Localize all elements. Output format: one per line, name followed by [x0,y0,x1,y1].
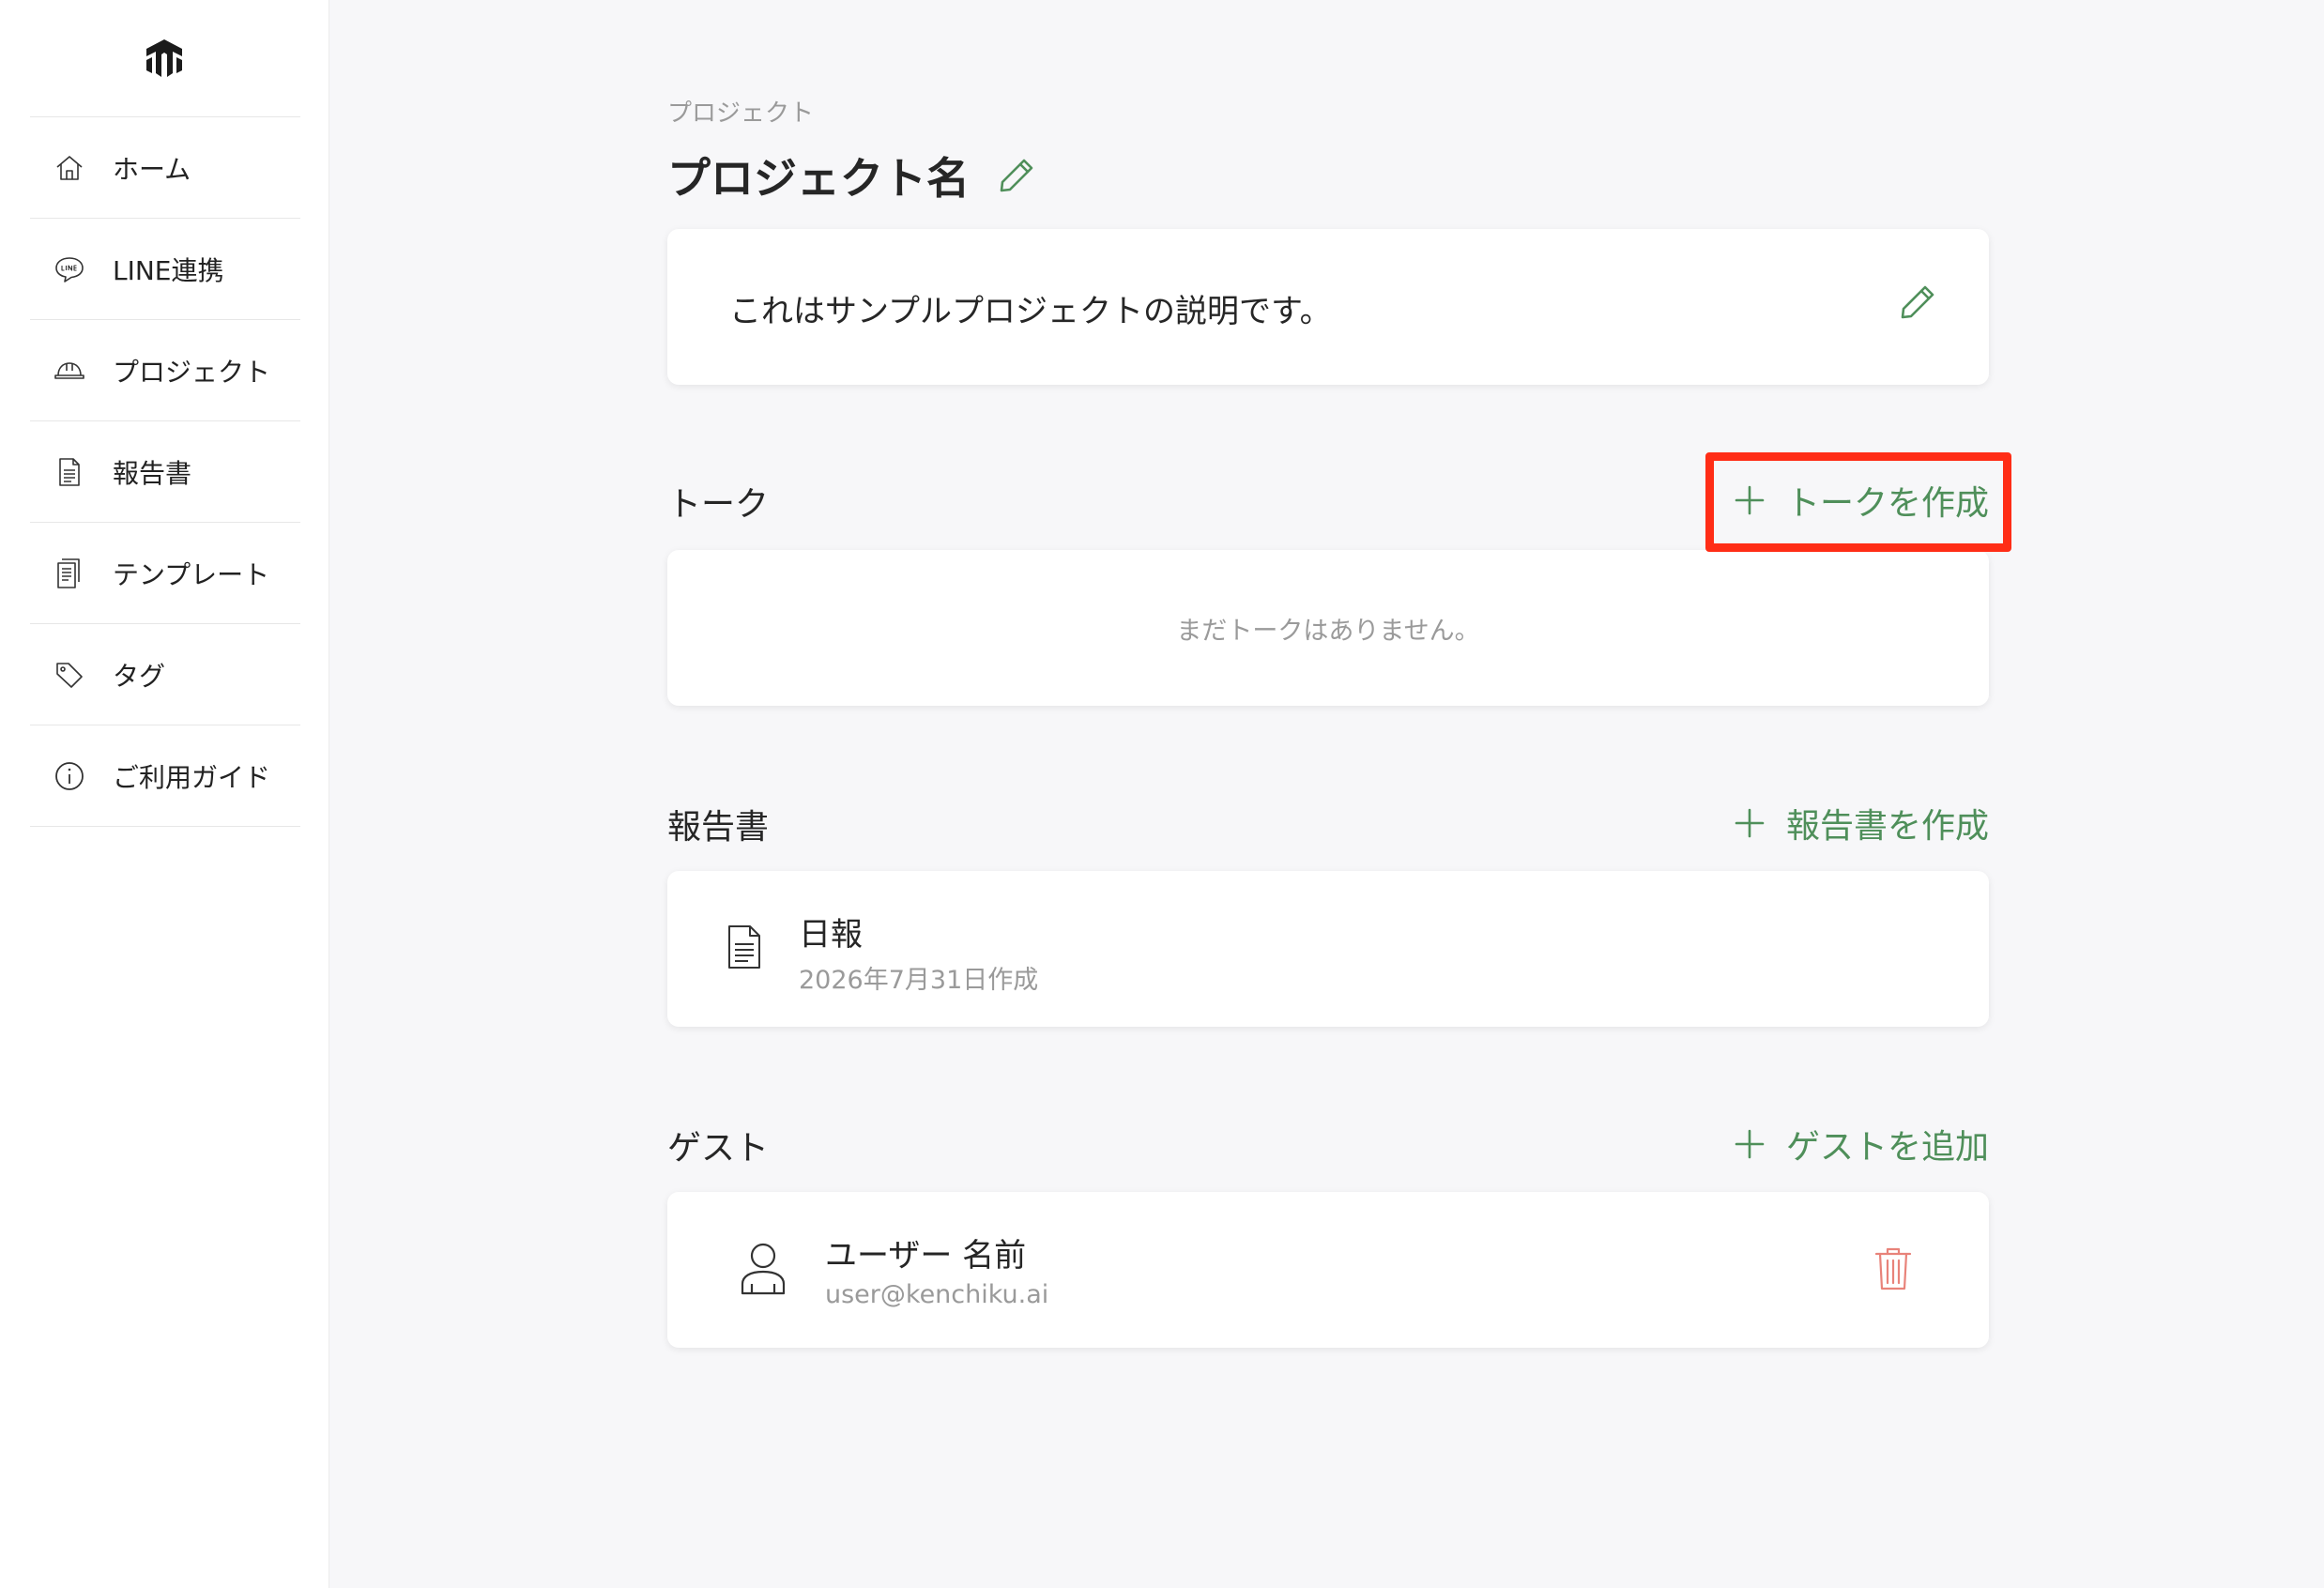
pencil-icon [1901,285,1934,319]
sidebar-item-templates[interactable]: テンプレート [30,523,300,624]
tag-icon [53,658,86,692]
sidebar-item-guide[interactable]: ご利用ガイド [30,725,300,827]
sidebar-item-label: ホーム [113,153,191,185]
trash-icon [1874,1247,1912,1290]
delete-guest-button[interactable] [1871,1244,1916,1295]
kenchiku-logo-icon[interactable] [143,36,186,83]
pencil-icon [1000,159,1033,192]
sidebar-item-label: テンプレート [113,558,270,590]
guest-email: user@kenchiku.ai [825,1280,1049,1309]
sidebar-item-reports[interactable]: 報告書 [30,421,300,523]
sidebar-item-label: LINE連携 [113,254,224,286]
create-report-label: 報告書を作成 [1785,807,1989,846]
report-date: 2026年7月31日作成 [799,966,1039,995]
sidebar-nav: ホーム LINE連携 プロジェクト 報告書 テンプレート タグ ご利用ガイド [30,116,300,827]
report-section-heading: 報告書 [667,808,770,847]
create-report-button[interactable]: 報告書を作成 [1734,799,1989,847]
create-talk-button[interactable]: トークを作成 [1734,476,1989,525]
sidebar-item-home[interactable]: ホーム [30,117,300,219]
hard-hat-icon [53,354,86,388]
page-title: プロジェクト名 [667,153,970,204]
create-talk-label: トークを作成 [1785,484,1989,523]
report-title: 日報 [799,916,863,954]
info-icon [53,759,86,793]
sidebar-item-tags[interactable]: タグ [30,624,300,725]
talk-list: まだトークはありません。 [667,550,1989,706]
home-icon [53,151,86,185]
edit-title-button[interactable] [992,151,1041,200]
add-guest-button[interactable]: ゲストを追加 [1734,1120,1989,1168]
sidebar-item-label: プロジェクト [113,356,271,388]
line-chat-icon [53,252,86,286]
plus-icon [1734,1128,1766,1160]
sidebar-item-label: 報告書 [113,457,192,489]
guest-list-item: ユーザー 名前 user@kenchiku.ai [667,1192,1989,1348]
talk-empty-message: まだトークはありません。 [1176,617,1480,646]
document-icon [53,455,86,489]
edit-description-button[interactable] [1893,278,1942,327]
add-guest-label: ゲストを追加 [1785,1128,1989,1167]
sidebar-item-projects[interactable]: プロジェクト [30,320,300,421]
sidebar-item-label: タグ [113,660,166,692]
user-avatar-icon [737,1241,789,1297]
sidebar: ホーム LINE連携 プロジェクト 報告書 テンプレート タグ ご利用ガイド [0,0,329,1588]
report-list-item[interactable]: 日報 2026年7月31日作成 [667,871,1989,1027]
sidebar-item-line[interactable]: LINE連携 [30,219,300,320]
talk-section-heading: トーク [667,485,770,524]
plus-icon [1734,807,1766,839]
guest-name: ユーザー 名前 [825,1237,1027,1275]
guest-section-heading: ゲスト [667,1129,770,1168]
project-description: これはサンプルプロジェクトの説明です。 [729,293,1332,330]
template-stack-icon [53,557,86,590]
sidebar-item-label: ご利用ガイド [113,761,271,793]
breadcrumb[interactable]: プロジェクト [667,94,814,129]
description-card: これはサンプルプロジェクトの説明です。 [667,229,1989,385]
document-icon [726,924,763,970]
title-row: プロジェクト名 [667,143,1041,208]
plus-icon [1734,484,1766,516]
